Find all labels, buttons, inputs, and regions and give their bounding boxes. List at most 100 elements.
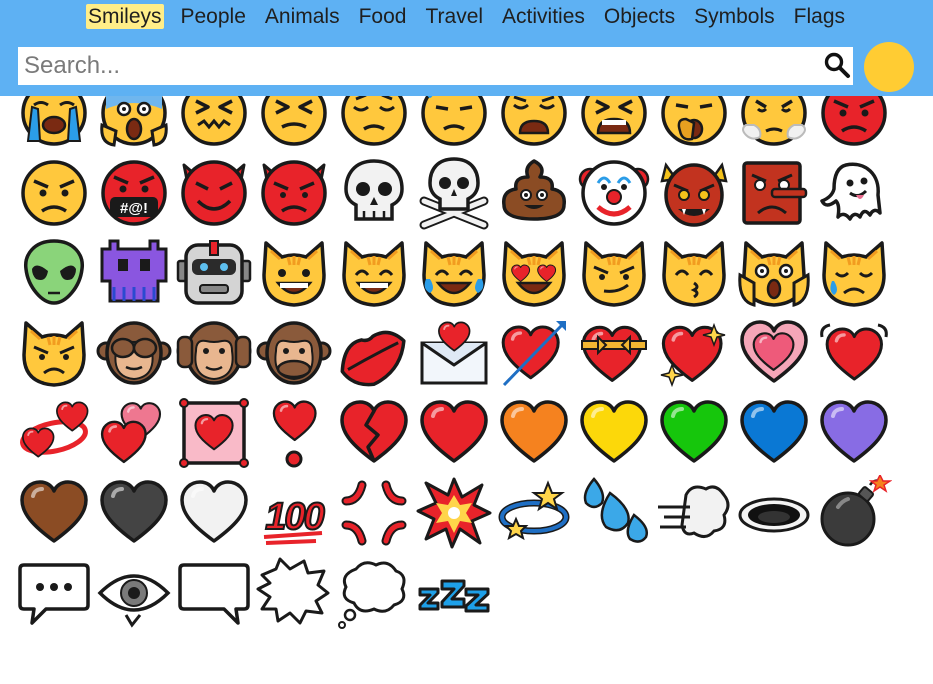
- emoji-bomb[interactable]: [816, 475, 892, 551]
- emoji-angry-face-with-horns[interactable]: [256, 155, 332, 231]
- heart-exclamation-icon: [272, 400, 317, 468]
- emoji-speak-no-evil-monkey[interactable]: [256, 315, 332, 391]
- skull-icon: [344, 159, 404, 221]
- emoji-collision[interactable]: [416, 475, 492, 551]
- emoji-pouting-cat[interactable]: [16, 315, 92, 391]
- emoji-brown-heart[interactable]: [16, 475, 92, 551]
- emoji-smiling-face-with-horns[interactable]: [176, 155, 252, 231]
- emoji-heart-with-ribbon[interactable]: [576, 315, 652, 391]
- grinning-cat-icon: [262, 241, 326, 307]
- emoji-revolving-hearts[interactable]: [16, 395, 92, 471]
- emoji-right-anger-bubble[interactable]: [256, 555, 332, 631]
- emoji-hundred-points[interactable]: 100: [256, 475, 332, 551]
- tab-symbols[interactable]: Symbols: [692, 4, 777, 29]
- tab-smileys[interactable]: Smileys: [85, 3, 164, 29]
- search-icon[interactable]: [823, 51, 851, 79]
- emoji-beating-heart[interactable]: [816, 315, 892, 391]
- emoji-grinning-cat-with-smiling-eyes[interactable]: [336, 235, 412, 311]
- growing-heart-icon: [740, 320, 808, 383]
- speak-no-evil-monkey-icon: [256, 321, 332, 385]
- emoji-dizzy[interactable]: [496, 475, 572, 551]
- emoji-sweat-droplets[interactable]: [576, 475, 652, 551]
- emoji-black-heart[interactable]: [96, 475, 172, 551]
- search-input[interactable]: [18, 48, 820, 84]
- tab-animals[interactable]: Animals: [263, 4, 342, 29]
- emoji-purple-heart[interactable]: [816, 395, 892, 471]
- emoji-smiling-cat-with-heart-eyes[interactable]: [496, 235, 572, 311]
- tab-food[interactable]: Food: [357, 4, 409, 29]
- emoji-red-heart[interactable]: [416, 395, 492, 471]
- svg-text:#@!: #@!: [120, 200, 148, 217]
- beating-heart-icon: [820, 323, 888, 381]
- emoji-green-heart[interactable]: [656, 395, 732, 471]
- emoji-hear-no-evil-monkey[interactable]: [176, 315, 252, 391]
- emoji-grinning-cat[interactable]: [256, 235, 332, 311]
- tab-travel[interactable]: Travel: [423, 4, 485, 29]
- emoji-two-hearts[interactable]: [96, 395, 172, 471]
- emoji-cat-with-tears-of-joy[interactable]: [416, 235, 492, 311]
- broken-heart-icon: [340, 400, 408, 463]
- emoji-blue-heart[interactable]: [736, 395, 812, 471]
- emoji-kissing-cat[interactable]: [656, 235, 732, 311]
- emoji-dashing-away[interactable]: [656, 475, 732, 551]
- purple-heart-icon: [820, 400, 888, 463]
- cat-with-wry-smile-icon: [582, 241, 646, 307]
- grinning-cat-with-smiling-eyes-icon: [342, 241, 406, 307]
- tab-people[interactable]: People: [179, 4, 248, 29]
- kissing-cat-icon: [662, 241, 726, 307]
- emoji-anger-symbol[interactable]: [336, 475, 412, 551]
- emoji-cat-with-wry-smile[interactable]: [576, 235, 652, 311]
- emoji-clown-face[interactable]: [576, 155, 652, 231]
- emoji-growing-heart[interactable]: [736, 315, 812, 391]
- emoji-ghost[interactable]: [816, 155, 892, 231]
- emoji-angry-face[interactable]: [16, 155, 92, 231]
- emoji-alien-monster[interactable]: [96, 235, 172, 311]
- emoji-orange-heart[interactable]: [496, 395, 572, 471]
- crying-cat-icon: [822, 241, 886, 307]
- emoji-white-heart[interactable]: [176, 475, 252, 551]
- emoji-broken-heart[interactable]: [336, 395, 412, 471]
- emoji-yellow-heart[interactable]: [576, 395, 652, 471]
- emoji-heart-decoration[interactable]: [176, 395, 252, 471]
- emoji-kiss-mark[interactable]: [336, 315, 412, 391]
- emoji-heart-exclamation[interactable]: [256, 395, 332, 471]
- tab-objects[interactable]: Objects: [602, 4, 677, 29]
- emoji-skull-and-crossbones[interactable]: [416, 155, 492, 231]
- emoji-zzz[interactable]: [416, 555, 492, 631]
- sparkling-heart-icon: [660, 322, 726, 388]
- skin-tone-button[interactable]: [864, 42, 914, 92]
- emoji-skull[interactable]: [336, 155, 412, 231]
- heart-with-ribbon-icon: [581, 325, 647, 382]
- hole-icon: [738, 497, 810, 533]
- yellow-heart-icon: [580, 400, 648, 463]
- heart-with-arrow-icon: [501, 321, 566, 387]
- emoji-left-speech-bubble[interactable]: [176, 555, 252, 631]
- emoji-heart-with-arrow[interactable]: [496, 315, 572, 391]
- dashing-away-icon: [658, 485, 730, 538]
- emoji-alien[interactable]: [16, 235, 92, 311]
- weary-cat-icon: [738, 241, 810, 307]
- tab-flags[interactable]: Flags: [792, 4, 847, 29]
- emoji-face-with-symbols-on-mouth[interactable]: #@!: [96, 155, 172, 231]
- emoji-thought-balloon[interactable]: [336, 555, 412, 631]
- emoji-love-letter[interactable]: [416, 315, 492, 391]
- emoji-see-no-evil-monkey[interactable]: [96, 315, 172, 391]
- kiss-mark-icon: [340, 330, 406, 387]
- emoji-pile-of-poo[interactable]: [496, 155, 572, 231]
- bomb-icon: [820, 475, 892, 547]
- emoji-weary-cat[interactable]: [736, 235, 812, 311]
- emoji-goblin[interactable]: [736, 155, 812, 231]
- smiling-cat-with-heart-eyes-icon: [502, 241, 566, 307]
- emoji-crying-cat[interactable]: [816, 235, 892, 311]
- emoji-speech-balloon[interactable]: [16, 555, 92, 631]
- hear-no-evil-monkey-icon: [176, 321, 252, 385]
- dizzy-icon: [498, 480, 570, 541]
- two-hearts-icon: [100, 402, 162, 464]
- emoji-hole[interactable]: [736, 475, 812, 551]
- emoji-picker-header: Smileys People Animals Food Travel Activities…: [0, 0, 933, 96]
- emoji-sparkling-heart[interactable]: [656, 315, 732, 391]
- emoji-robot[interactable]: [176, 235, 252, 311]
- emoji-eye-in-speech-bubble[interactable]: [96, 555, 172, 631]
- tab-activities[interactable]: Activities: [500, 4, 587, 29]
- emoji-ogre[interactable]: [656, 155, 732, 231]
